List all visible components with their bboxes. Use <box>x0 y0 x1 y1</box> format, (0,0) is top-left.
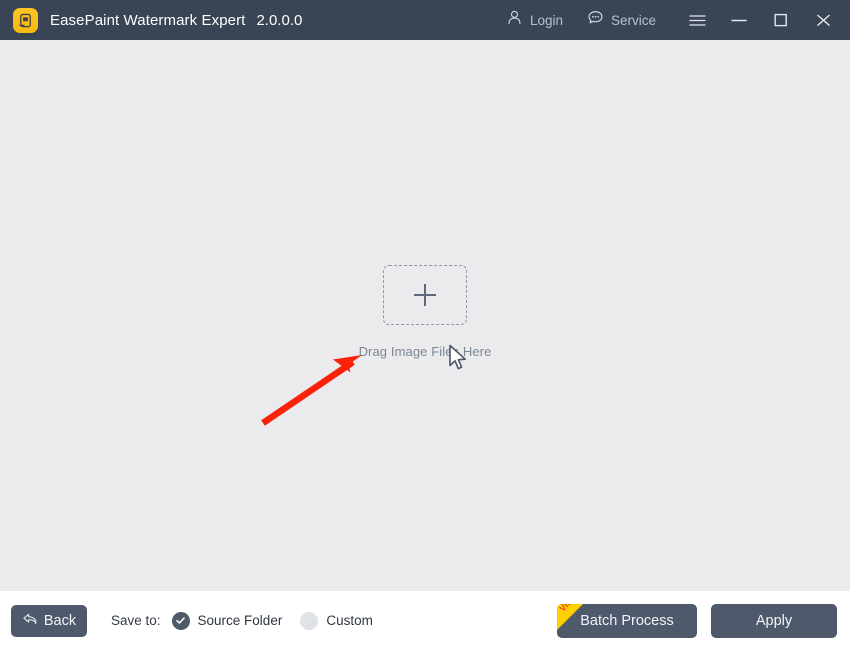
save-to-options: Source Folder Custom <box>171 611 373 630</box>
back-button-label: Back <box>43 612 77 629</box>
hamburger-menu-icon[interactable] <box>676 0 718 40</box>
close-icon[interactable] <box>802 0 844 40</box>
application-window: EasePaint Watermark Expert 2.0.0.0 Login <box>0 0 850 650</box>
radio-unchecked-icon <box>300 611 319 630</box>
minimize-icon[interactable] <box>718 0 760 40</box>
title-bar: EasePaint Watermark Expert 2.0.0.0 Login <box>0 0 850 40</box>
red-arrow-annotation <box>255 345 375 440</box>
login-button[interactable]: Login <box>500 0 569 40</box>
back-arrow-icon <box>22 612 38 630</box>
back-button[interactable]: Back <box>11 604 87 637</box>
dropzone-label: Drag Image Files Here <box>358 344 492 359</box>
plus-icon <box>414 284 436 306</box>
batch-process-label: Batch Process <box>580 612 674 629</box>
titlebar-actions: Login Service <box>500 0 850 40</box>
main-content-area: Drag Image Files Here <box>0 40 850 591</box>
radio-custom[interactable]: Custom <box>300 611 373 630</box>
footer-bar: Back Save to: Source Folder Custom VIP B… <box>0 591 850 650</box>
save-to-label: Save to: <box>111 613 161 628</box>
radio-source-folder-label: Source Folder <box>197 613 283 628</box>
user-icon <box>506 9 523 31</box>
add-files-dropzone[interactable] <box>383 265 467 325</box>
radio-custom-label: Custom <box>326 613 373 628</box>
login-label: Login <box>529 12 563 28</box>
maximize-icon[interactable] <box>760 0 802 40</box>
dropzone-container: Drag Image Files Here <box>0 265 850 359</box>
apply-label: Apply <box>755 612 793 629</box>
radio-source-folder[interactable]: Source Folder <box>171 611 283 630</box>
radio-checked-icon <box>171 611 190 630</box>
apply-button[interactable]: Apply <box>711 603 837 638</box>
app-title: EasePaint Watermark Expert <box>50 11 246 29</box>
footer-action-buttons: VIP Batch Process Apply <box>557 603 837 638</box>
app-logo-icon <box>13 7 38 33</box>
app-version: 2.0.0.0 <box>256 11 303 29</box>
service-button[interactable]: Service <box>581 0 662 40</box>
chat-bubble-icon <box>587 9 604 31</box>
batch-process-button[interactable]: VIP Batch Process <box>557 603 697 638</box>
service-label: Service <box>610 12 656 28</box>
